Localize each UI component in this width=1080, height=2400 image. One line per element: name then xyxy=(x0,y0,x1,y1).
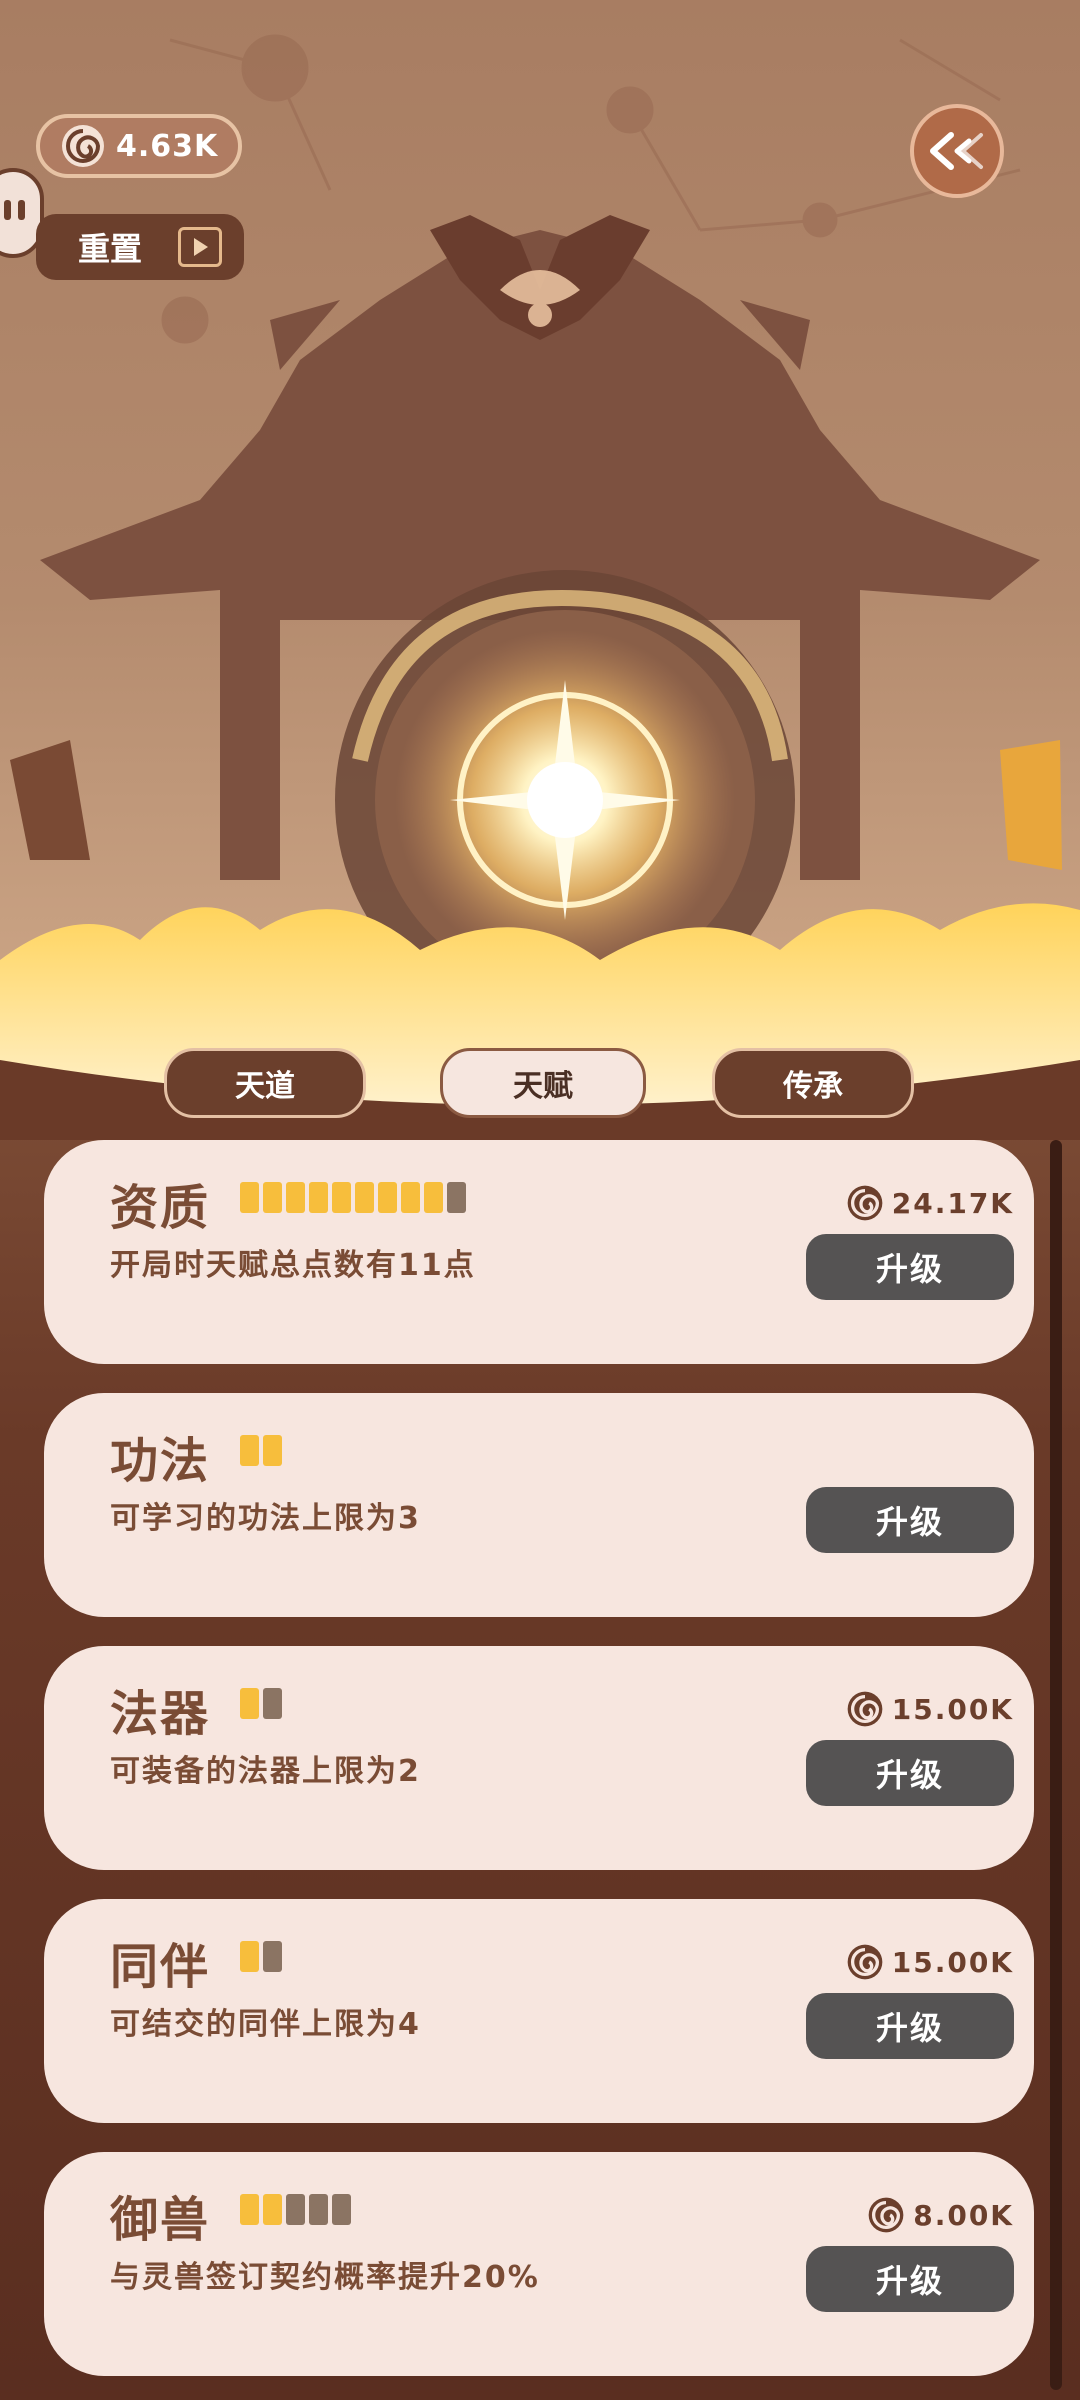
spiral-coin-icon xyxy=(62,125,104,167)
reset-button[interactable]: 重置 xyxy=(36,214,244,280)
upgrade-button[interactable]: 升级 xyxy=(806,1993,1014,2059)
upgrade-button[interactable]: 升级 xyxy=(806,2246,1014,2312)
cost-amount: 24.17K xyxy=(891,1186,1014,1220)
spiral-coin-icon xyxy=(847,1944,883,1980)
upgrade-button[interactable]: 升级 xyxy=(806,1234,1014,1300)
card-title: 资质 xyxy=(110,1180,211,1236)
scrollbar[interactable] xyxy=(1050,1140,1062,2390)
card-description: 与灵兽签订契约概率提升20% xyxy=(110,2260,540,2295)
level-pips xyxy=(240,1182,466,1213)
upgrade-cost: 15.00K xyxy=(846,1690,1014,1728)
spiral-coin-icon xyxy=(847,1185,883,1221)
tab-label: 天道 xyxy=(235,1069,295,1104)
level-pip-empty xyxy=(309,2194,328,2225)
level-pip-filled xyxy=(240,1435,259,1466)
tab-tiandao[interactable]: 天道 xyxy=(164,1048,366,1118)
talent-card-faqi: 法器 可装备的法器上限为2 15.00K 升级 xyxy=(44,1646,1034,1870)
level-pip-filled xyxy=(332,1182,351,1213)
level-pip-empty xyxy=(286,2194,305,2225)
level-pip-filled xyxy=(309,1182,328,1213)
level-pip-filled xyxy=(240,1182,259,1213)
cost-amount: 15.00K xyxy=(891,1945,1014,1979)
level-pip-empty xyxy=(447,1182,466,1213)
upgrade-button[interactable]: 升级 xyxy=(806,1740,1014,1806)
talent-card-gongfa: 功法 可学习的功法上限为3 升级 xyxy=(44,1393,1034,1617)
currency-amount: 4.63K xyxy=(116,128,219,164)
card-title: 同伴 xyxy=(110,1939,211,1995)
card-description: 可学习的功法上限为3 xyxy=(110,1501,421,1536)
cost-amount: 8.00K xyxy=(913,2198,1014,2232)
upgrade-cost: 15.00K xyxy=(846,1943,1014,1981)
level-pip-filled xyxy=(355,1182,374,1213)
level-pip-filled xyxy=(263,1182,282,1213)
level-pip-filled xyxy=(378,1182,397,1213)
talent-card-tongban: 同伴 可结交的同伴上限为4 15.00K 升级 xyxy=(44,1899,1034,2123)
card-title: 法器 xyxy=(110,1686,211,1742)
level-pips xyxy=(240,2194,351,2225)
spiral-coin-icon xyxy=(868,2197,904,2233)
tab-tianfu[interactable]: 天赋 xyxy=(440,1048,646,1118)
level-pips xyxy=(240,1941,282,1972)
level-pip-filled xyxy=(263,2194,282,2225)
level-pip-filled xyxy=(240,2194,259,2225)
cost-amount: 15.00K xyxy=(891,1692,1014,1726)
level-pip-empty xyxy=(332,2194,351,2225)
upgrade-button[interactable]: 升级 xyxy=(806,1487,1014,1553)
card-title: 御兽 xyxy=(110,2192,211,2248)
reset-label: 重置 xyxy=(78,230,143,268)
level-pip-filled xyxy=(424,1182,443,1213)
level-pips xyxy=(240,1688,282,1719)
level-pip-empty xyxy=(263,1941,282,1972)
card-description: 可结交的同伴上限为4 xyxy=(110,2007,421,2042)
talent-card-yushou: 御兽 与灵兽签订契约概率提升20% 8.00K 升级 xyxy=(44,2152,1034,2376)
tab-label: 天赋 xyxy=(513,1069,573,1104)
upgrade-cost: 24.17K xyxy=(846,1184,1014,1222)
level-pip-filled xyxy=(263,1435,282,1466)
level-pip-filled xyxy=(240,1941,259,1972)
back-button[interactable] xyxy=(910,104,1004,198)
level-pip-filled xyxy=(286,1182,305,1213)
chevron-back-icon xyxy=(930,132,983,170)
talent-card-zizhi: 资质 开局时天赋总点数有11点 24.17K 升级 xyxy=(44,1140,1034,1364)
level-pip-filled xyxy=(240,1688,259,1719)
tab-label: 传承 xyxy=(783,1069,843,1104)
spiral-coin-icon xyxy=(847,1691,883,1727)
card-description: 可装备的法器上限为2 xyxy=(110,1754,421,1789)
tab-chuancheng[interactable]: 传承 xyxy=(712,1048,914,1118)
level-pip-empty xyxy=(263,1688,282,1719)
level-pips xyxy=(240,1435,282,1466)
card-title: 功法 xyxy=(110,1433,211,1489)
card-description: 开局时天赋总点数有11点 xyxy=(110,1248,476,1283)
level-pip-filled xyxy=(401,1182,420,1213)
currency-display: 4.63K xyxy=(36,114,242,178)
upgrade-cost: 8.00K xyxy=(867,2196,1014,2234)
video-ad-icon xyxy=(178,227,222,267)
